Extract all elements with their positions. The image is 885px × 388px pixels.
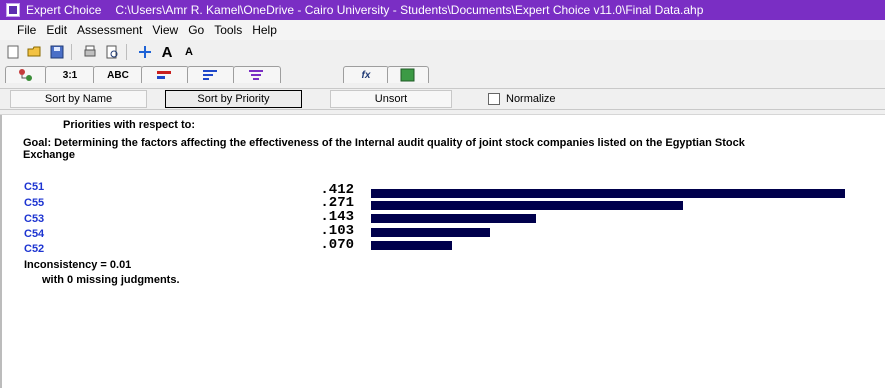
menu-help[interactable]: Help (247, 23, 282, 37)
criterion-value-c52: .070 (320, 237, 354, 253)
unsort-button[interactable]: Unsort (330, 90, 452, 108)
left-border (0, 115, 2, 388)
hierarchy-tab[interactable] (5, 66, 47, 83)
priority-bar-c52 (371, 241, 452, 250)
expert-choice-window: Expert Choice C:\Users\Amr R. Kamel\OneD… (0, 0, 885, 388)
app-icon (6, 3, 20, 17)
normalize-checkbox[interactable] (488, 93, 500, 105)
save-icon[interactable] (48, 43, 66, 61)
title-bar: Expert Choice C:\Users\Amr R. Kamel\OneD… (0, 0, 885, 20)
criterion-label-c51: C51 (24, 181, 45, 193)
priority-bar-c55 (371, 201, 683, 210)
menu-tools[interactable]: Tools (209, 23, 247, 37)
menu-view[interactable]: View (147, 23, 183, 37)
add-node-icon[interactable] (136, 43, 154, 61)
sort-by-name-button[interactable]: Sort by Name (10, 90, 147, 108)
inconsistency-text: Inconsistency = 0.01 (24, 259, 132, 271)
criterion-label-c53: C53 (24, 213, 45, 225)
main-toolbar: A A (0, 41, 885, 63)
open-folder-icon[interactable] (26, 43, 44, 61)
report-title: Priorities with respect to: (63, 119, 196, 131)
priorities-report: Priorities with respect to: Goal: Determ… (0, 114, 885, 388)
normalize-option[interactable]: Normalize (488, 93, 556, 105)
menu-edit[interactable]: Edit (41, 23, 72, 37)
mode-tabs: 3:1 ABC fx (0, 63, 885, 83)
font-smaller-icon[interactable]: A (180, 43, 198, 61)
criterion-label-c55: C55 (24, 197, 45, 209)
sort-bar: Sort by Name Sort by Priority Unsort Nor… (0, 88, 885, 110)
pairwise-numerical-tab[interactable]: 3:1 (45, 66, 95, 83)
menu-bar: File Edit Assessment View Go Tools Help (0, 20, 885, 40)
file-path: C:\Users\Amr R. Kamel\OneDrive - Cairo U… (115, 3, 704, 17)
toolbar-separator (71, 44, 72, 60)
menu-assessment[interactable]: Assessment (72, 23, 147, 37)
menu-file[interactable]: File (0, 23, 41, 37)
new-file-icon[interactable] (4, 43, 22, 61)
priority-bar-c51 (371, 189, 845, 198)
sort-by-priority-button[interactable]: Sort by Priority (165, 90, 302, 108)
font-larger-icon[interactable]: A (158, 43, 176, 61)
menu-go[interactable]: Go (183, 23, 209, 37)
priority-bar-c54 (371, 228, 490, 237)
synthesis-tab[interactable] (233, 66, 281, 83)
spacer-tab (279, 67, 345, 83)
graphical-tab[interactable] (141, 66, 189, 83)
priority-bar-c53 (371, 214, 536, 223)
formula-tab[interactable]: fx (343, 66, 389, 83)
missing-judgments-text: with 0 missing judgments. (42, 274, 180, 286)
toolbar-separator (126, 44, 127, 60)
data-grid-tab[interactable] (187, 66, 235, 83)
normalize-label: Normalize (506, 93, 556, 105)
goal-text: Goal: Determining the factors affecting … (23, 137, 745, 161)
app-title: Expert Choice (26, 3, 102, 17)
ratings-tab[interactable] (387, 66, 429, 83)
print-preview-icon[interactable] (103, 43, 121, 61)
criterion-label-c52: C52 (24, 243, 45, 255)
pairwise-verbal-tab[interactable]: ABC (93, 66, 143, 83)
criterion-label-c54: C54 (24, 228, 45, 240)
print-icon[interactable] (81, 43, 99, 61)
